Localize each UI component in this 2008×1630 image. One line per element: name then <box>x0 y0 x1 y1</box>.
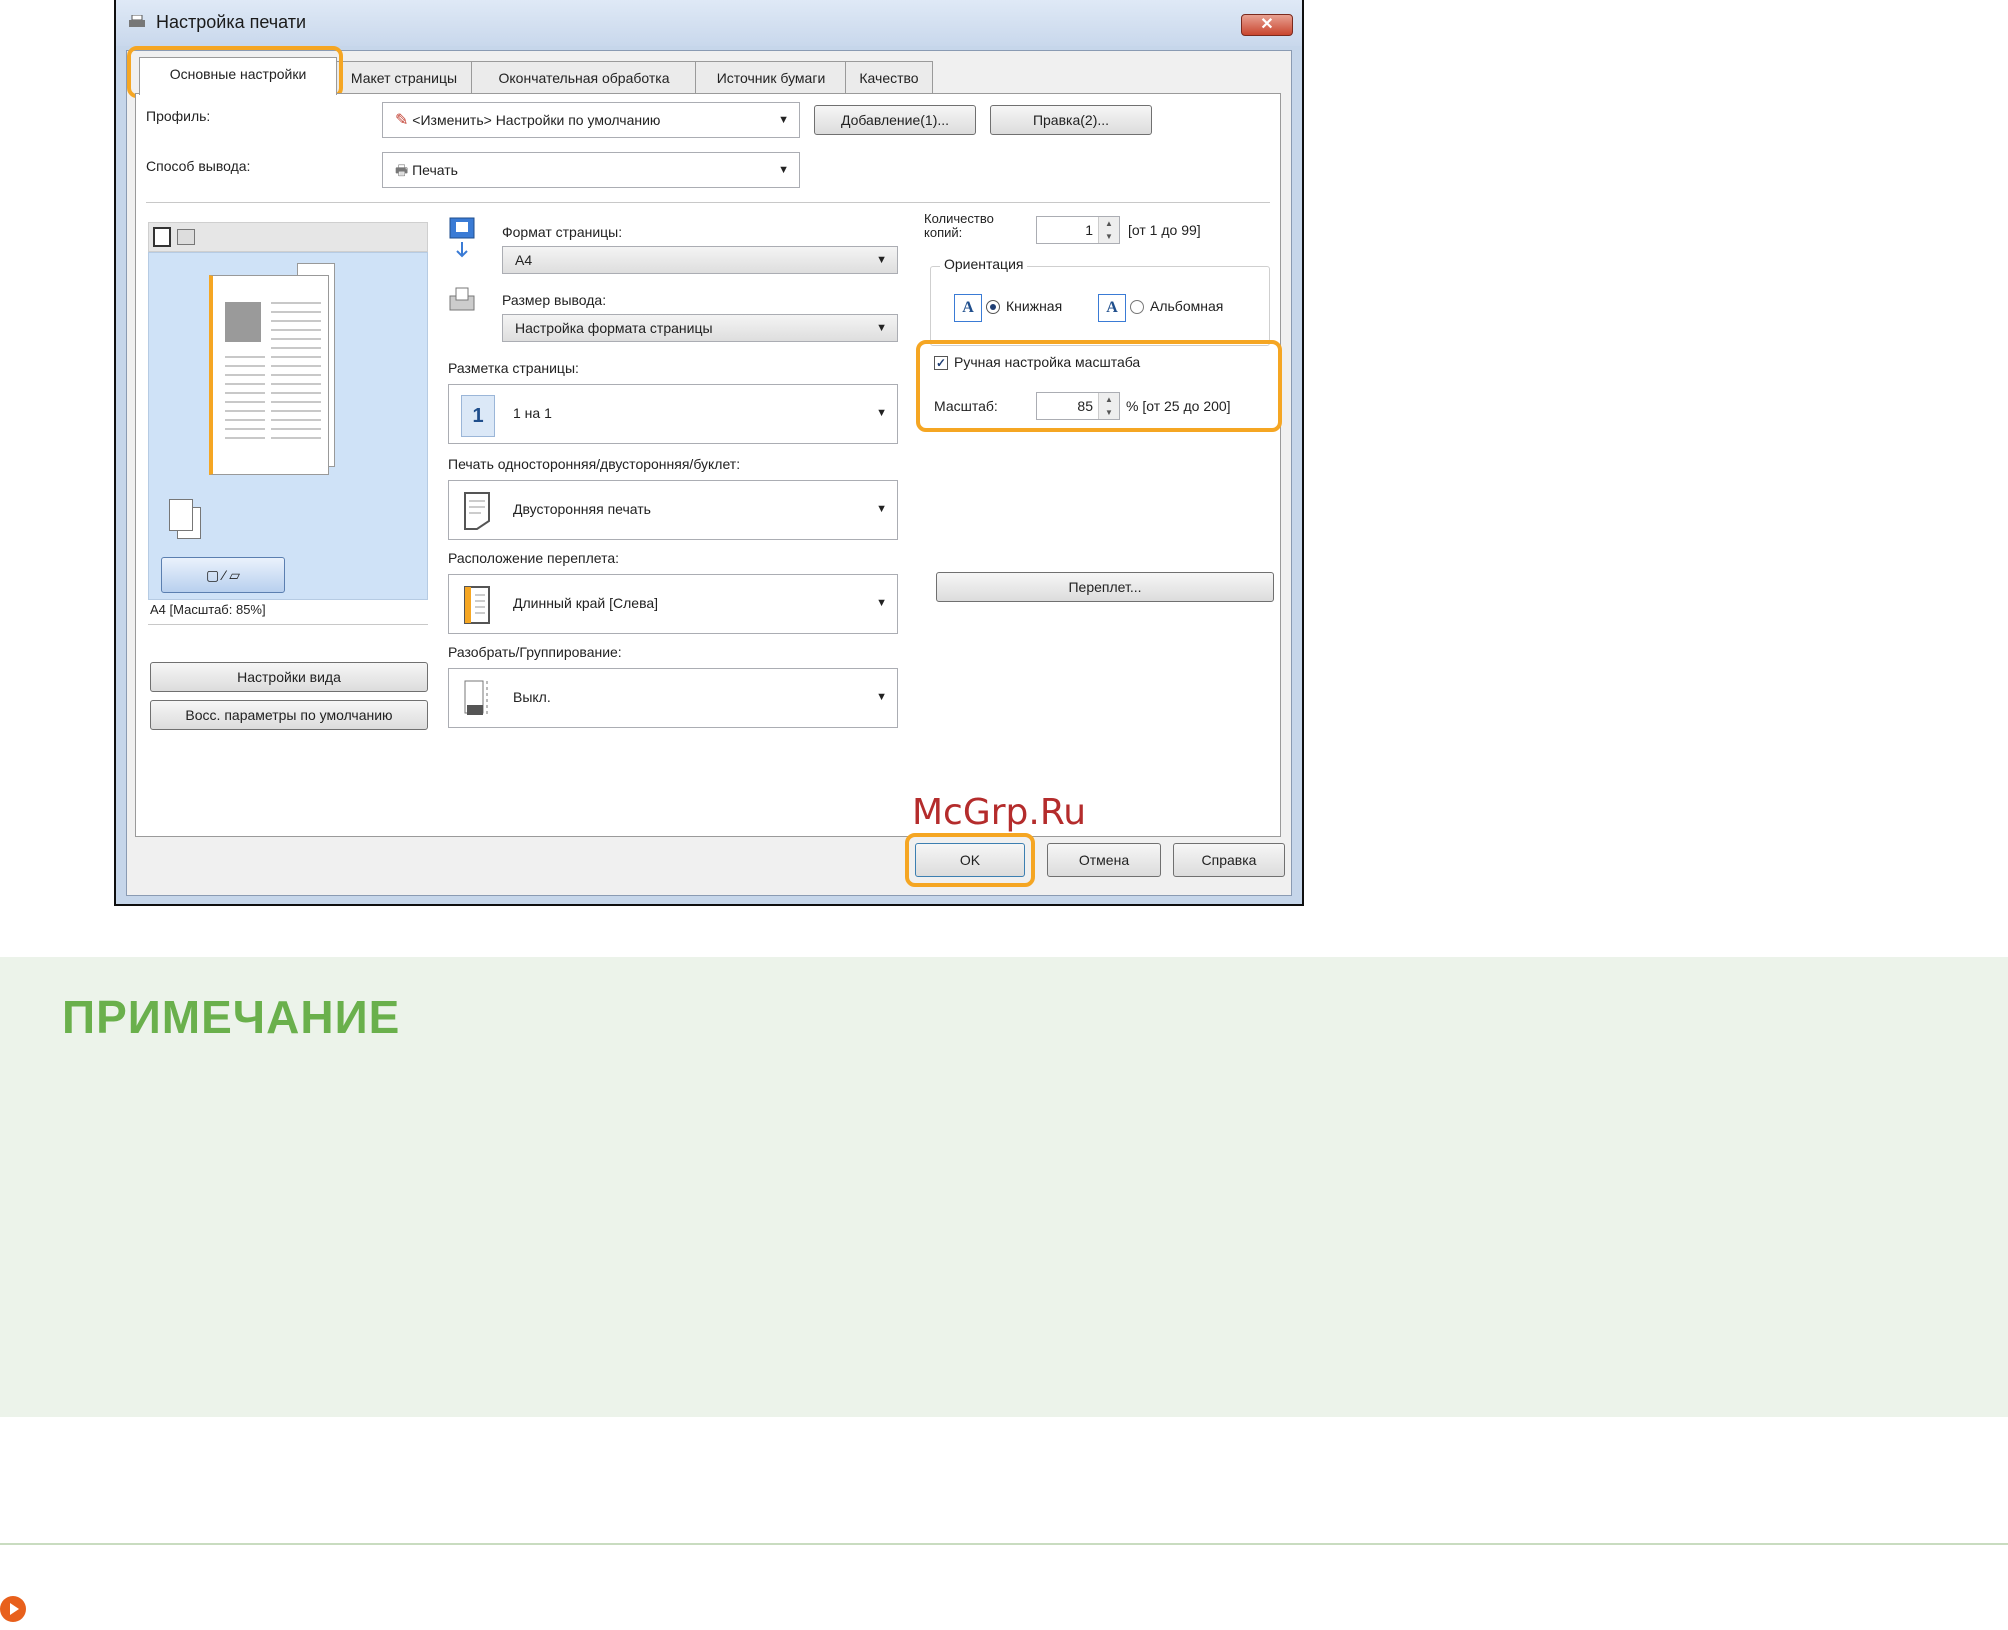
page-preview <box>209 275 329 475</box>
page-layout-select[interactable]: 1 1 на 1 ▼ <box>448 384 898 444</box>
page-size-select[interactable]: A4 ▼ <box>502 246 898 274</box>
ok-highlight <box>905 833 1035 887</box>
profile-label: Профиль: <box>146 108 211 124</box>
dialog-client: Основные настройки Макет страницы Оконча… <box>126 46 1292 896</box>
landscape-label: Альбомная <box>1150 298 1224 314</box>
duplex-toggle-button[interactable]: ▢ ⁄ ▱ <box>161 557 285 593</box>
output-method-select[interactable]: 🖶 Печать ▼ <box>382 152 800 188</box>
divider <box>146 202 1270 203</box>
view-settings-button[interactable]: Настройки вида <box>150 662 428 692</box>
chevron-down-icon: ▼ <box>778 114 789 126</box>
page-view-icon[interactable] <box>153 227 171 247</box>
preview-caption: A4 [Масштаб: 85%] <box>150 602 266 617</box>
chevron-down-icon: ▼ <box>876 691 887 703</box>
copies-label: Количество копий: <box>924 211 994 240</box>
preview-toolbar <box>148 222 428 252</box>
profile-select[interactable]: ✎ <Изменить> Настройки по умолчанию ▼ <box>382 102 800 138</box>
output-size-select[interactable]: Настройка формата страницы ▼ <box>502 314 898 342</box>
title-bar[interactable]: Настройка печати ✕ <box>116 0 1302 46</box>
binding-location-select[interactable]: Длинный край [Слева] ▼ <box>448 574 898 634</box>
orientation-label: Ориентация <box>940 256 1028 272</box>
settings-panel: Профиль: ✎ <Изменить> Настройки по умолч… <box>135 93 1282 837</box>
printer-icon <box>129 15 145 27</box>
landscape-icon: A <box>1098 294 1126 322</box>
page-layout-label: Разметка страницы: <box>448 360 579 376</box>
chevron-down-icon: ▼ <box>778 164 789 176</box>
tab-finishing[interactable]: Окончательная обработка <box>471 61 697 94</box>
edit-profile-button[interactable]: Правка(2)... <box>990 105 1152 135</box>
window-title: Настройка печати <box>156 12 307 32</box>
chevron-down-icon: ▼ <box>876 503 887 515</box>
tab-basic-settings[interactable]: Основные настройки <box>139 57 337 95</box>
add-profile-button[interactable]: Добавление(1)... <box>814 105 976 135</box>
scaling-highlight <box>916 340 1282 432</box>
layout-1-icon: 1 <box>461 395 495 437</box>
output-size-label: Размер вывода: <box>502 292 607 308</box>
collate-select[interactable]: Выкл. ▼ <box>448 668 898 728</box>
duplex-page-icon <box>464 492 490 530</box>
close-button[interactable]: ✕ <box>1241 14 1293 36</box>
divider <box>148 624 428 625</box>
chevron-down-icon: ▼ <box>876 407 887 419</box>
play-arrow-icon[interactable] <box>0 1596 26 1622</box>
watermark: McGrp.Ru <box>912 792 1087 833</box>
tab-paper-source[interactable]: Источник бумаги <box>695 61 847 94</box>
preview-pane: ▢ ⁄ ▱ <box>148 252 428 600</box>
collate-icon <box>464 680 488 717</box>
restore-defaults-button[interactable]: Восс. параметры по умолчанию <box>150 700 428 730</box>
portrait-radio[interactable] <box>986 300 1000 314</box>
print-settings-window: Настройка печати ✕ Основные настройки Ма… <box>114 0 1304 906</box>
binding-edge-icon <box>464 586 490 624</box>
copies-stack-icon <box>169 499 203 541</box>
chevron-down-icon: ▼ <box>876 254 887 266</box>
printer-icon: 🖶 <box>395 162 409 178</box>
tab-quality[interactable]: Качество <box>845 61 933 94</box>
page-size-icon <box>449 217 475 258</box>
binding-location-label: Расположение переплета: <box>448 550 619 566</box>
output-method-label: Способ вывода: <box>146 158 251 174</box>
help-button[interactable]: Справка <box>1173 843 1285 877</box>
note-title: ПРИМЕЧАНИЕ <box>62 991 401 1043</box>
chevron-down-icon: ▼ <box>876 322 887 334</box>
cancel-button[interactable]: Отмена <box>1047 843 1161 877</box>
output-size-icon <box>449 287 475 311</box>
portrait-icon: A <box>954 294 982 322</box>
page-size-label: Формат страницы: <box>502 224 623 240</box>
pencil-icon: ✎ <box>395 112 409 129</box>
divider <box>0 1543 2008 1545</box>
spinner-arrows-icon[interactable]: ▲ ▼ <box>1098 217 1119 243</box>
copies-range: [от 1 до 99] <box>1128 222 1201 238</box>
landscape-radio[interactable] <box>1130 300 1144 314</box>
binding-button[interactable]: Переплет... <box>936 572 1274 602</box>
copies-spinner[interactable]: 1 ▲ ▼ <box>1036 216 1120 244</box>
chevron-down-icon: ▼ <box>876 597 887 609</box>
collate-label: Разобрать/Группирование: <box>448 644 622 660</box>
portrait-label: Книжная <box>1006 298 1063 314</box>
tab-page-setup[interactable]: Макет страницы <box>335 61 473 94</box>
printer-view-icon[interactable] <box>177 229 195 245</box>
duplex-label: Печать односторонняя/двусторонняя/буклет… <box>448 456 741 472</box>
duplex-select[interactable]: Двусторонняя печать ▼ <box>448 480 898 540</box>
